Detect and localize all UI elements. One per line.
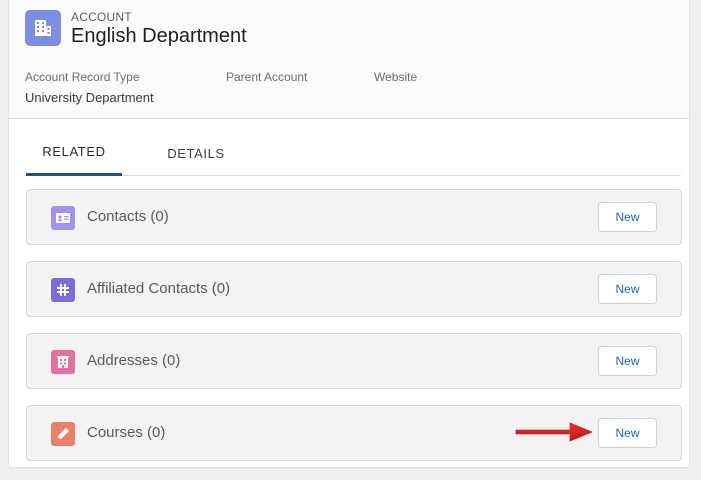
record-page: ACCOUNT English Department Account Recor… <box>8 0 690 468</box>
field-account-record-type: Account Record Type University Departmen… <box>25 70 154 106</box>
field-parent-account: Parent Account <box>226 70 307 90</box>
pencil-icon <box>51 422 75 446</box>
tab-related[interactable]: RELATED <box>26 130 122 176</box>
contact-card-icon <box>51 206 75 230</box>
annotation-arrow-icon <box>515 422 593 442</box>
related-list-affiliated-contacts: Affiliated Contacts (0) New <box>26 261 682 317</box>
record-header: ACCOUNT English Department Account Recor… <box>9 0 689 119</box>
new-address-button[interactable]: New <box>598 346 657 376</box>
field-label: Website <box>374 70 418 84</box>
new-affiliated-contact-button[interactable]: New <box>598 274 657 304</box>
related-list-title[interactable]: Affiliated Contacts (0) <box>87 280 230 298</box>
tab-details[interactable]: DETAILS <box>146 130 246 176</box>
hashtag-icon <box>51 278 75 302</box>
field-value: University Department <box>25 90 154 105</box>
related-list-addresses: Addresses (0) New <box>26 333 682 389</box>
related-list-title[interactable]: Courses (0) <box>87 424 165 442</box>
field-label: Account Record Type <box>25 70 140 84</box>
field-website: Website <box>374 70 417 90</box>
address-building-icon <box>51 350 75 374</box>
object-type-label: ACCOUNT <box>71 10 132 24</box>
related-list-title[interactable]: Contacts (0) <box>87 208 169 226</box>
field-label: Parent Account <box>226 70 308 84</box>
record-title: English Department <box>71 25 247 47</box>
record-tabs: RELATED DETAILS <box>26 130 681 176</box>
related-list-contacts: Contacts (0) New <box>26 189 682 245</box>
new-course-button[interactable]: New <box>598 418 657 448</box>
building-icon <box>25 10 61 46</box>
new-contact-button[interactable]: New <box>598 202 657 232</box>
related-list-title[interactable]: Addresses (0) <box>87 352 180 370</box>
